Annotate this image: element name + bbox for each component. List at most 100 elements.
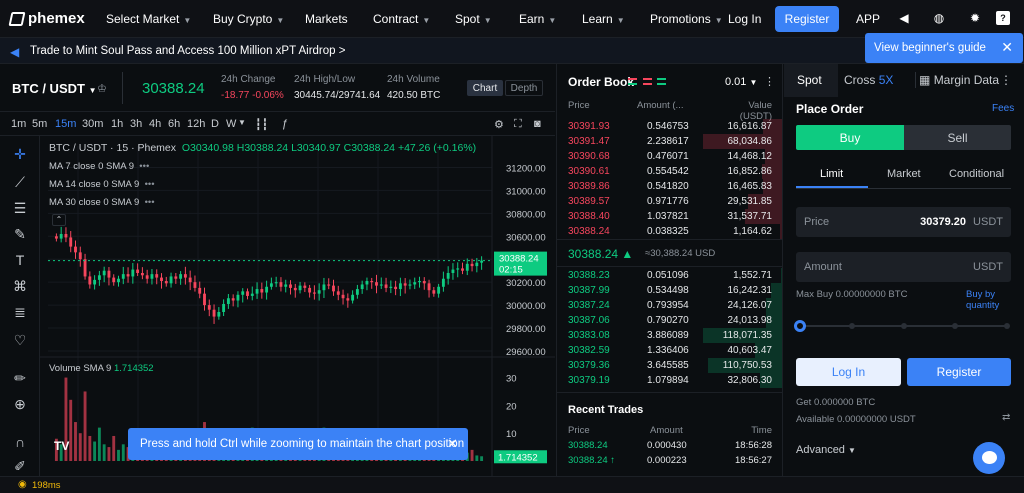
ma14-legend[interactable]: MA 14 close 0 SMA 9 ••• bbox=[49, 179, 155, 190]
bid-row[interactable]: 30387.06 0.790270 24,013.98 bbox=[557, 313, 782, 328]
banner-text[interactable]: Trade to Mint Soul Pass and Access 100 M… bbox=[30, 45, 345, 57]
book-asks-icon[interactable] bbox=[643, 78, 652, 85]
text-tool-icon[interactable]: T bbox=[10, 250, 30, 270]
bid-row[interactable]: 30383.08 3.886089 118,071.35 bbox=[557, 328, 782, 343]
brush-icon[interactable]: ✎ bbox=[10, 224, 30, 244]
book-bids-icon[interactable] bbox=[657, 78, 666, 85]
book-both-icon[interactable] bbox=[628, 78, 637, 85]
lock-icon[interactable]: ✐ bbox=[10, 456, 30, 476]
bid-row[interactable]: 30387.99 0.534498 16,242.31 bbox=[557, 283, 782, 298]
order-type-conditional[interactable]: Conditional bbox=[949, 168, 1004, 180]
bid-row[interactable]: 30379.19 1.079894 32,806.30 bbox=[557, 373, 782, 388]
price-field[interactable]: Price 30379.20 USDT bbox=[796, 207, 1011, 237]
zoom-in-icon[interactable]: ⊕ bbox=[10, 394, 30, 414]
ma7-legend[interactable]: MA 7 close 0 SMA 9 ••• bbox=[49, 161, 149, 172]
ask-row[interactable]: 30390.61 0.554542 16,852.86 bbox=[557, 164, 782, 179]
transfer-icon[interactable]: ⇄ bbox=[1002, 412, 1010, 423]
tf-1w[interactable]: W bbox=[226, 118, 236, 130]
trendline-icon[interactable]: ⟋ bbox=[10, 172, 30, 192]
sell-tab[interactable]: Sell bbox=[904, 125, 1011, 150]
register-button[interactable]: Register bbox=[907, 358, 1011, 386]
help-icon[interactable]: ? bbox=[996, 11, 1010, 25]
slider-step[interactable] bbox=[1004, 323, 1010, 329]
buy-tab[interactable]: Buy bbox=[796, 125, 904, 150]
tradingview-logo[interactable]: TV bbox=[54, 439, 74, 457]
slider-step[interactable] bbox=[952, 323, 959, 329]
ask-row[interactable]: 30388.24 0.038325 1,164.62 bbox=[557, 224, 782, 239]
order-type-market[interactable]: Market bbox=[887, 168, 921, 180]
pair-selector[interactable]: BTC / USDT ▼ bbox=[12, 81, 97, 96]
heart-icon[interactable]: ♡ bbox=[10, 330, 30, 350]
more-icon[interactable]: ⋮ bbox=[764, 75, 775, 88]
tab-margin-data[interactable]: ▦ Margin Data bbox=[919, 73, 999, 87]
tf-1m[interactable]: 1m bbox=[11, 118, 26, 130]
more-icon[interactable]: ⋮ bbox=[1000, 73, 1012, 87]
fullscreen-icon[interactable]: ⛶ bbox=[514, 118, 522, 131]
nav-promotions[interactable]: Promotions ▼ bbox=[650, 12, 723, 26]
pattern-icon[interactable]: ⌘ bbox=[10, 276, 30, 296]
tf-6h[interactable]: 6h bbox=[168, 118, 180, 130]
buy-by-quantity-link[interactable]: Buy by quantity bbox=[966, 289, 1024, 311]
ma30-legend[interactable]: MA 30 close 0 SMA 9 ••• bbox=[49, 197, 155, 208]
price-chart[interactable]: 31200.0031000.0030800.0030600.0030400.00… bbox=[40, 136, 555, 476]
collapse-legend-icon[interactable]: ⌃ bbox=[52, 214, 66, 226]
amount-field[interactable]: Amount USDT bbox=[796, 252, 1011, 282]
tf-12h[interactable]: 12h bbox=[187, 118, 205, 130]
ask-row[interactable]: 30388.40 1.037821 31,537.71 bbox=[557, 209, 782, 224]
slider-step[interactable] bbox=[900, 323, 907, 329]
advanced-toggle[interactable]: Advanced ▼ bbox=[796, 444, 856, 456]
favorite-icon[interactable]: ♔ bbox=[97, 82, 107, 95]
nav-spot[interactable]: Spot ▼ bbox=[455, 12, 492, 26]
camera-icon[interactable]: ◙ bbox=[534, 118, 541, 130]
chevron-down-icon[interactable]: ▼ bbox=[238, 118, 246, 127]
nav-select-market[interactable]: Select Market ▼ bbox=[106, 12, 191, 26]
guide-text[interactable]: View beginner's guide bbox=[874, 42, 986, 54]
bid-row[interactable]: 30388.23 0.051096 1,552.71 bbox=[557, 268, 782, 283]
ask-row[interactable]: 30391.47 2.238617 68,034.86 bbox=[557, 134, 782, 149]
depth-view-button[interactable]: Depth bbox=[505, 80, 543, 96]
tf-1h[interactable]: 1h bbox=[111, 118, 123, 130]
chart-view-button[interactable]: Chart bbox=[467, 80, 503, 96]
nav-buy-crypto[interactable]: Buy Crypto ▼ bbox=[213, 12, 284, 26]
settings-icon[interactable]: ⚙ bbox=[494, 118, 504, 131]
crosshair-icon[interactable]: ✛ bbox=[10, 144, 30, 164]
amount-slider[interactable] bbox=[794, 320, 1011, 332]
nav-contract[interactable]: Contract ▼ bbox=[373, 12, 430, 26]
tf-15m[interactable]: 15m bbox=[55, 118, 76, 130]
precision-select[interactable]: 0.01 ▼ bbox=[725, 76, 757, 88]
nav-markets[interactable]: Markets bbox=[305, 12, 348, 26]
tf-4h[interactable]: 4h bbox=[149, 118, 161, 130]
magnet-icon[interactable]: ∩ bbox=[10, 432, 30, 452]
app-link[interactable]: APP bbox=[856, 12, 880, 26]
login-link[interactable]: Log In bbox=[728, 12, 761, 26]
nav-learn[interactable]: Learn ▼ bbox=[582, 12, 625, 26]
indicators-icon[interactable]: ƒ bbox=[282, 118, 288, 130]
slider-step[interactable] bbox=[848, 323, 855, 329]
order-type-limit[interactable]: Limit bbox=[820, 168, 843, 180]
ask-row[interactable]: 30391.93 0.546753 16,616.87 bbox=[557, 119, 782, 134]
beginner-guide-popup[interactable]: View beginner's guide ✕ bbox=[865, 33, 1023, 63]
candle-type-icon[interactable]: ┇┇ bbox=[255, 118, 268, 131]
register-button[interactable]: Register bbox=[775, 6, 839, 32]
bid-row[interactable]: 30379.36 3.645585 110,750.53 bbox=[557, 358, 782, 373]
bid-row[interactable]: 30387.24 0.793954 24,126.07 bbox=[557, 298, 782, 313]
tf-5m[interactable]: 5m bbox=[32, 118, 47, 130]
tab-spot[interactable]: Spot bbox=[797, 73, 822, 87]
hlines-icon[interactable]: ☰ bbox=[10, 198, 30, 218]
tf-3h[interactable]: 3h bbox=[130, 118, 142, 130]
nav-earn[interactable]: Earn ▼ bbox=[519, 12, 556, 26]
measure-lines-icon[interactable]: ≣ bbox=[10, 302, 30, 322]
globe-icon[interactable]: ◍ bbox=[932, 11, 946, 25]
chat-support-button[interactable] bbox=[973, 442, 1005, 474]
gear-icon[interactable]: ✹ bbox=[968, 11, 982, 25]
close-icon[interactable]: ✕ bbox=[447, 436, 458, 452]
tab-cross[interactable]: Cross 5X bbox=[844, 73, 893, 87]
fees-link[interactable]: Fees bbox=[992, 103, 1014, 114]
slider-handle[interactable] bbox=[794, 320, 806, 332]
login-button[interactable]: Log In bbox=[796, 358, 901, 386]
close-icon[interactable]: ✕ bbox=[1001, 39, 1013, 56]
bid-row[interactable]: 30382.59 1.336406 40,603.47 bbox=[557, 343, 782, 358]
ask-row[interactable]: 30390.68 0.476071 14,468.12 bbox=[557, 149, 782, 164]
tf-30m[interactable]: 30m bbox=[82, 118, 103, 130]
phemex-logo[interactable]: phemex bbox=[8, 10, 85, 27]
